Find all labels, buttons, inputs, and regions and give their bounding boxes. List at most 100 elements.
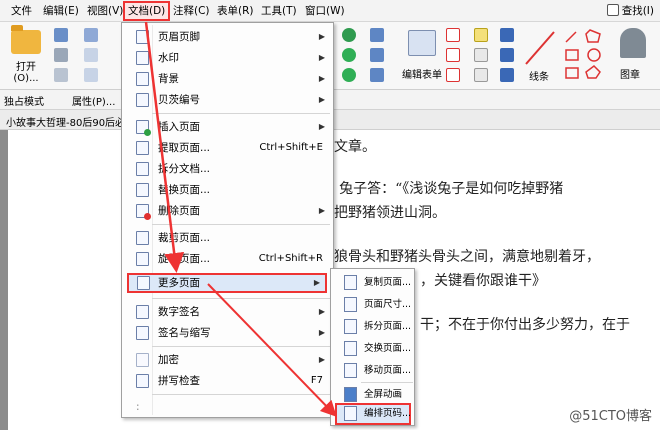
- menu-item-label: 数字签名: [158, 306, 200, 318]
- page-icon[interactable]: [54, 68, 68, 82]
- menu-item-label: 水印: [158, 52, 179, 64]
- export-icon[interactable]: [84, 68, 98, 82]
- submenu-item-label: 全屏动画: [364, 389, 403, 400]
- menu-item-sign-initials[interactable]: 签名与缩写 ▶: [122, 323, 333, 343]
- submenu-item-page-size[interactable]: 页面尺寸...: [331, 294, 414, 316]
- exclusive-mode-button[interactable]: 独占模式: [4, 93, 44, 108]
- typewriter-icon[interactable]: [474, 28, 488, 42]
- stamp-label: 图章: [620, 70, 640, 81]
- insert-page-icon: [136, 120, 151, 136]
- menu-edit[interactable]: 编辑(E): [40, 3, 82, 19]
- menu-item-label: 删除页面: [158, 205, 200, 217]
- menu-item-more-pages[interactable]: 更多页面 ▶: [127, 273, 327, 293]
- spell-check-icon: [136, 374, 149, 388]
- menu-item-delete-pages[interactable]: 删除页面 ▶: [122, 201, 333, 221]
- background-icon: [136, 72, 149, 86]
- submenu-separator: [361, 382, 413, 383]
- menu-item-label: 提取页面...: [158, 142, 211, 154]
- search-label: 查找(I): [621, 5, 654, 17]
- mail-icon[interactable]: [84, 28, 98, 42]
- bates-icon: [136, 93, 149, 107]
- open-label: 打开(O)...: [13, 62, 39, 84]
- submenu-item-arrange-page-numbers[interactable]: 编排页码...: [335, 403, 411, 425]
- text-tool-icon[interactable]: [474, 68, 488, 82]
- menu-view[interactable]: 视图(V): [84, 3, 126, 19]
- menu-item-encrypt[interactable]: 加密 ▶: [122, 350, 333, 370]
- menu-item-split-document[interactable]: 拆分文档...: [122, 159, 333, 179]
- page-number-icon: [344, 406, 357, 421]
- menu-item-rotate-pages[interactable]: 旋转页面... Ctrl+Shift+R: [122, 249, 333, 269]
- paperclip-icon[interactable]: [500, 48, 514, 62]
- text-box-icon[interactable]: [446, 28, 460, 42]
- search-button[interactable]: 查找(I): [606, 3, 654, 18]
- save-icon[interactable]: [54, 28, 68, 42]
- menu-tools[interactable]: 工具(T): [258, 3, 300, 19]
- menu-separator: [152, 113, 330, 114]
- extract-page-icon: [136, 141, 149, 155]
- menu-item-insert-pages[interactable]: 插入页面 ▶: [122, 117, 333, 137]
- submenu-item-label: 页面尺寸...: [364, 299, 412, 310]
- menu-separator: [152, 298, 330, 299]
- scan-icon[interactable]: [84, 48, 98, 62]
- menu-document[interactable]: 文档(D): [123, 1, 171, 21]
- split-page-icon: [344, 319, 357, 334]
- delete-page-icon: [136, 204, 151, 220]
- submenu-item-label: 复制页面...: [364, 277, 412, 288]
- print-icon[interactable]: [54, 48, 68, 62]
- open-button[interactable]: 打开(O)...: [4, 25, 48, 84]
- menu-item-extract-pages[interactable]: 提取页面... Ctrl+Shift+E: [122, 138, 333, 158]
- menu-item-replace-pages[interactable]: 替换页面...: [122, 180, 333, 200]
- attach-icon[interactable]: [500, 28, 514, 42]
- refresh-icon[interactable]: [342, 68, 356, 82]
- edit-form-label: 编辑表单: [402, 70, 442, 81]
- properties-label: 属性(P)...: [72, 97, 116, 108]
- menu-item-header-footer[interactable]: 页眉页脚 ▶: [122, 27, 333, 47]
- line-tool-icon[interactable]: [522, 28, 558, 68]
- submenu-item-move-pages[interactable]: 移动页面...: [331, 360, 414, 382]
- menu-item-label: :: [136, 401, 140, 413]
- menu-form[interactable]: 表单(R): [214, 3, 257, 19]
- properties-button[interactable]: 属性(P)...: [72, 93, 115, 108]
- more-pages-icon: [137, 276, 150, 290]
- doc-text-line: 堆狼骨头和野猪头骨头之间，满意地剔着牙，: [320, 249, 600, 265]
- zoom-icon[interactable]: [342, 28, 356, 42]
- list-tool-icon[interactable]: [370, 68, 384, 82]
- radio-tool-icon[interactable]: [370, 48, 384, 62]
- watermark: @51CTO博客: [569, 409, 652, 424]
- menu-item-more[interactable]: :: [122, 397, 333, 417]
- submenu-item-label: 移动页面...: [364, 365, 412, 376]
- chevron-right-icon: ▶: [318, 307, 325, 316]
- text-field-icon[interactable]: [446, 48, 460, 62]
- menu-item-crop-pages[interactable]: 裁剪页面...: [122, 228, 333, 248]
- sign-initials-icon: [136, 326, 149, 340]
- menu-item-label: 旋转页面...: [158, 253, 211, 265]
- menu-file[interactable]: 文件: [8, 3, 35, 19]
- submenu-item-duplicate-pages[interactable]: 复制页面...: [331, 272, 414, 294]
- note-icon[interactable]: [474, 48, 488, 62]
- doc-text-line: ，关键看你跟谁干》: [420, 273, 546, 289]
- menu-item-spell-check[interactable]: 拼写检查 F7: [122, 371, 333, 391]
- chevron-right-icon: ▶: [318, 206, 325, 215]
- submenu-item-split-pages[interactable]: 拆分页面...: [331, 316, 414, 338]
- edit-form-icon[interactable]: [408, 30, 436, 56]
- stamp-icon[interactable]: [620, 28, 646, 58]
- chevron-right-icon: ▶: [313, 278, 320, 287]
- menu-item-bates-numbering[interactable]: 贝茨编号 ▶: [122, 90, 333, 110]
- checkbox-tool-icon[interactable]: [370, 28, 384, 42]
- submenu-item-swap-pages[interactable]: 交换页面...: [331, 338, 414, 360]
- page-size-icon: [344, 297, 357, 312]
- menu-item-digital-signature[interactable]: 数字签名 ▶: [122, 302, 333, 322]
- callout-icon[interactable]: [446, 68, 460, 82]
- menu-comment[interactable]: 注释(C): [170, 3, 213, 19]
- split-document-icon: [136, 162, 149, 176]
- rotate-icon[interactable]: [342, 48, 356, 62]
- menu-item-label: 背景: [158, 73, 179, 85]
- chevron-right-icon: ▶: [318, 74, 325, 83]
- shape-tools-icon[interactable]: [562, 26, 612, 86]
- sound-icon[interactable]: [500, 68, 514, 82]
- menu-window[interactable]: 窗口(W): [302, 3, 348, 19]
- menu-item-label: 裁剪页面...: [158, 232, 211, 244]
- menu-item-watermark[interactable]: 水印 ▶: [122, 48, 333, 68]
- document-menu: 页眉页脚 ▶ 水印 ▶ 背景 ▶ 贝茨编号 ▶ 插入页面 ▶ 提取页面... Ctrl+Sh…: [121, 22, 334, 418]
- menu-item-background[interactable]: 背景 ▶: [122, 69, 333, 89]
